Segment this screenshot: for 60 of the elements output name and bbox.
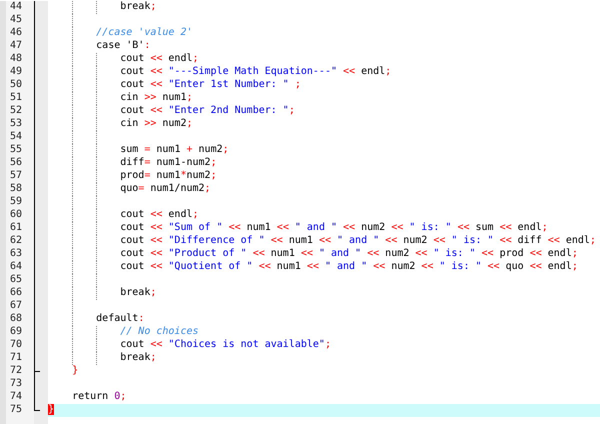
line-number: 59 (0, 196, 34, 209)
line-number: 54 (0, 131, 34, 144)
fold-end-marker[interactable] (34, 410, 40, 411)
code-line: cin >> num2; (120, 118, 193, 131)
line-number: 49 (0, 66, 34, 79)
line-number: 67 (0, 300, 34, 313)
line-number: 75 (0, 404, 34, 417)
code-line: cout << "Choices is not available"; (120, 339, 331, 352)
line-number: 50 (0, 79, 34, 92)
code-line: return 0; (72, 391, 126, 404)
code-comment: // No choices (120, 326, 199, 339)
line-number: 69 (0, 326, 34, 339)
line-number: 58 (0, 183, 34, 196)
line-number: 64 (0, 261, 34, 274)
code-line: cout << "Enter 2nd Number: "; (120, 105, 295, 118)
line-number: 60 (0, 209, 34, 222)
code-line: break; (120, 352, 156, 365)
code-line: sum = num1 + num2; (120, 144, 229, 157)
line-number: 51 (0, 92, 34, 105)
line-number: 45 (0, 14, 34, 27)
line-number: 72 (0, 365, 34, 378)
line-number: 63 (0, 248, 34, 261)
line-number: 65 (0, 274, 34, 287)
line-number: 55 (0, 144, 34, 157)
code-line: default: (96, 313, 144, 326)
code-line: diff= num1-num2; (120, 157, 217, 170)
line-number: 52 (0, 105, 34, 118)
line-number: 73 (0, 378, 34, 391)
code-line: quo= num1/num2; (120, 183, 211, 196)
fold-end-marker[interactable] (34, 371, 40, 372)
line-number: 56 (0, 157, 34, 170)
code-line: cout << "Product of " << num1 << " and " << num2 << " is: " << prod << endl; (120, 248, 578, 261)
code-line: cout << "Quotient of " << num1 << " and " << num2 << " is: " << quo << endl; (120, 261, 578, 274)
line-number: 44 (0, 1, 34, 14)
code-line: cout << "Difference of " << num1 << " and " << num2 << " is: " << diff << endl; (120, 235, 596, 248)
line-number: 53 (0, 118, 34, 131)
line-number: 71 (0, 352, 34, 365)
code-comment: //case 'value 2' (96, 27, 192, 40)
code-line: break; (120, 1, 156, 14)
code-line: prod= num1*num2; (120, 170, 217, 183)
line-number: 62 (0, 235, 34, 248)
code-line: cout << "Enter 1st Number: " ; (120, 79, 301, 92)
code-line: break; (120, 287, 156, 300)
code-line: cout << endl; (120, 53, 199, 66)
line-number: 48 (0, 53, 34, 66)
line-number: 70 (0, 339, 34, 352)
code-line: cout << "Sum of " << num1 << " and " << num2 << " is: " << sum << endl; (120, 222, 548, 235)
code-line: cout << "---Simple Math Equation---" << endl; (120, 66, 392, 79)
line-number: 74 (0, 391, 34, 404)
line-number: 66 (0, 287, 34, 300)
line-number: 46 (0, 27, 34, 40)
gutter-background (0, 417, 48, 424)
code-line: case 'B': (96, 40, 150, 53)
line-number: 61 (0, 222, 34, 235)
line-number: 57 (0, 170, 34, 183)
line-number: 68 (0, 313, 34, 326)
line-number: 47 (0, 40, 34, 53)
code-line: cin >> num1; (120, 92, 193, 105)
code-line: cout << endl; (120, 209, 199, 222)
code-line: } (72, 365, 78, 378)
